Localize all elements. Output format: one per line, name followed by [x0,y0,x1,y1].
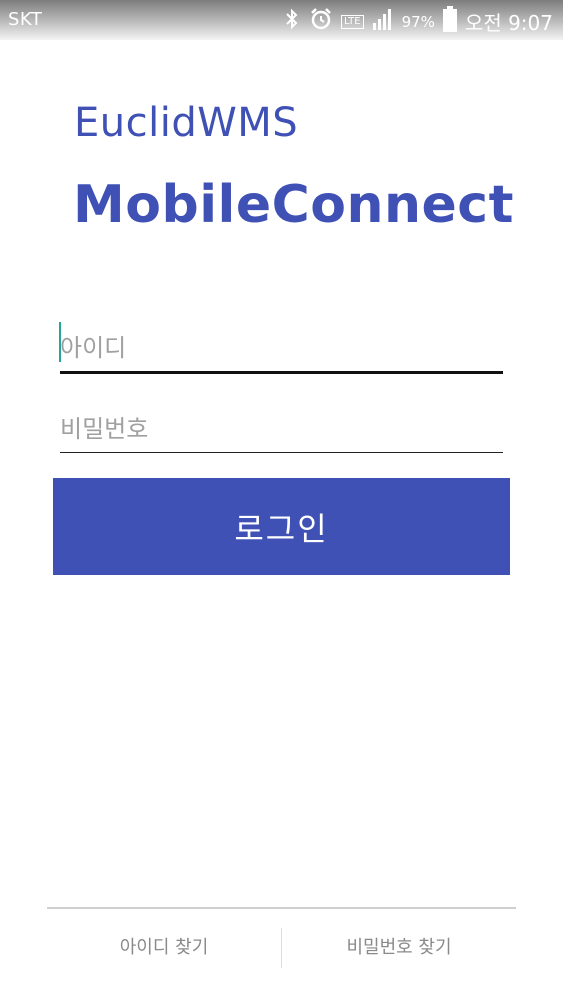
status-icons: LTE 97% 오전 9:07 [283,6,553,37]
find-password-link[interactable]: 비밀번호 찾기 [282,928,516,968]
app-title-small: EuclidWMS [74,100,299,146]
text-caret [59,322,61,362]
bluetooth-icon [283,8,301,35]
login-button[interactable]: 로그인 [53,478,510,575]
lte-icon: LTE [340,14,364,29]
alarm-icon [309,7,333,36]
battery-icon [442,6,457,37]
battery-percent: 97% [401,12,435,31]
password-input[interactable] [60,406,503,453]
id-input[interactable] [60,325,503,374]
app-title-big: MobileConnect [73,175,514,235]
status-bar: SKT LTE 97% 오전 9:07 [0,0,563,40]
find-id-link[interactable]: 아이디 찾기 [47,928,281,968]
signal-icon [372,7,394,36]
carrier-label: SKT [8,9,43,30]
clock: 오전 9:07 [464,11,553,35]
bottom-divider [47,907,516,909]
